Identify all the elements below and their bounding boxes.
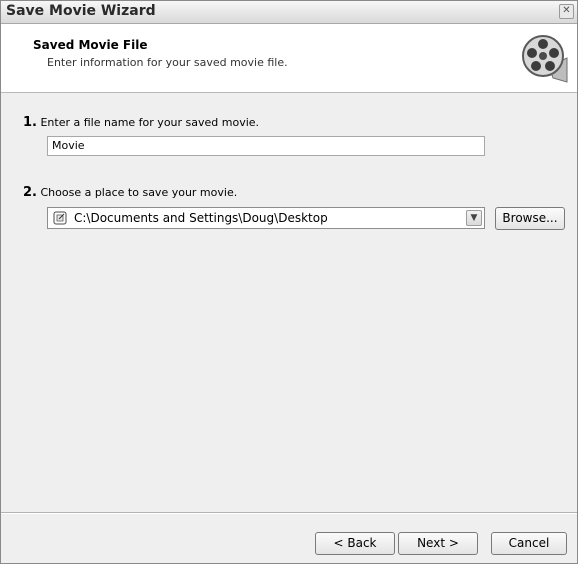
- window-title: Save Movie Wizard: [6, 3, 156, 19]
- file-name-input[interactable]: Movie: [47, 136, 485, 156]
- back-button[interactable]: < Back: [315, 532, 395, 555]
- page-title: Saved Movie File: [33, 38, 148, 52]
- folder-icon: [53, 211, 67, 225]
- save-location-value: C:\Documents and Settings\Doug\Desktop: [74, 211, 328, 225]
- cancel-button[interactable]: Cancel: [491, 532, 567, 555]
- close-icon[interactable]: ✕: [559, 4, 574, 19]
- wizard-window: Save Movie Wizard ✕ Saved Movie File Ent…: [0, 0, 578, 564]
- wizard-header: Saved Movie File Enter information for y…: [1, 24, 577, 93]
- step2-number: 2.: [23, 185, 37, 200]
- footer-divider: [1, 512, 577, 514]
- step1-label-row: 1. Enter a file name for your saved movi…: [23, 115, 259, 130]
- title-bar[interactable]: Save Movie Wizard ✕: [1, 1, 577, 24]
- page-subtitle: Enter information for your saved movie f…: [47, 56, 288, 69]
- step1-number: 1.: [23, 115, 37, 130]
- film-reel-icon: [522, 35, 568, 83]
- step2-label: Choose a place to save your movie.: [40, 186, 238, 199]
- chevron-down-icon[interactable]: ▼: [466, 210, 482, 226]
- next-button[interactable]: Next >: [398, 532, 478, 555]
- save-location-select[interactable]: C:\Documents and Settings\Doug\Desktop ▼: [47, 207, 485, 229]
- step1-label: Enter a file name for your saved movie.: [40, 116, 260, 129]
- step2-label-row: 2. Choose a place to save your movie.: [23, 185, 237, 200]
- browse-button[interactable]: Browse...: [495, 207, 565, 230]
